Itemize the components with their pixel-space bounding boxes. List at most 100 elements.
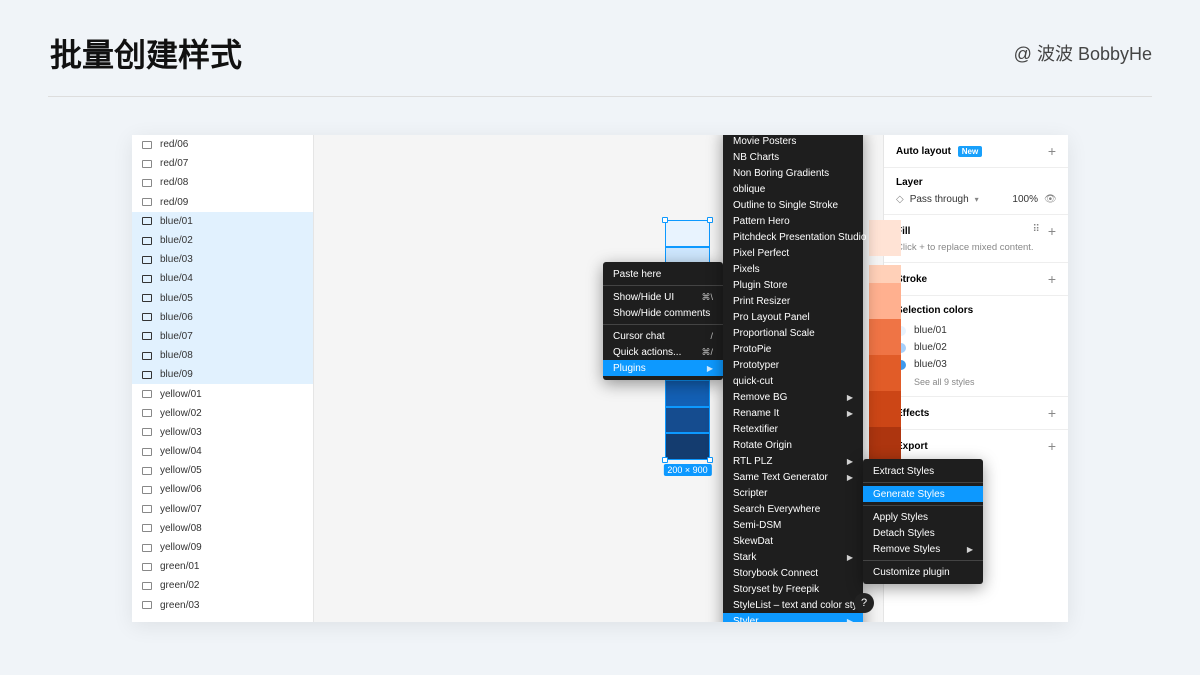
layer-item[interactable]: yellow/05 — [132, 461, 313, 480]
selection-color[interactable]: blue/01 — [896, 322, 1056, 339]
styler-submenu[interactable]: Extract Styles Generate Styles Apply Style… — [863, 459, 983, 584]
menu-item[interactable]: Rename It▶ — [723, 405, 863, 421]
layer-item[interactable]: yellow/09 — [132, 538, 313, 557]
menu-item[interactable]: RTL PLZ▶ — [723, 453, 863, 469]
add-export-button[interactable]: + — [1048, 439, 1056, 453]
menu-item[interactable]: oblique — [723, 181, 863, 197]
menu-item[interactable]: Retextifier — [723, 421, 863, 437]
add-stroke-button[interactable]: + — [1048, 272, 1056, 286]
layer-item[interactable]: yellow/06 — [132, 480, 313, 499]
menu-item[interactable]: Pixels — [723, 261, 863, 277]
canvas-swatch[interactable] — [869, 319, 901, 355]
menu-item[interactable]: Detach Styles — [863, 525, 983, 541]
menu-item[interactable]: Cursor chat/ — [603, 328, 723, 344]
menu-item[interactable]: Generate Styles — [863, 486, 983, 502]
menu-item[interactable]: Movie Posters — [723, 135, 863, 149]
canvas-swatch[interactable] — [869, 355, 901, 391]
canvas-swatch[interactable] — [869, 427, 901, 463]
menu-item[interactable]: Storybook Connect — [723, 565, 863, 581]
menu-item[interactable]: Pattern Hero — [723, 213, 863, 229]
layer-item[interactable]: yellow/08 — [132, 519, 313, 538]
layer-item[interactable]: red/06 — [132, 135, 313, 154]
canvas-swatch[interactable] — [869, 283, 901, 319]
layer-item[interactable]: blue/04 — [132, 269, 313, 288]
menu-item[interactable]: Rotate Origin — [723, 437, 863, 453]
menu-item[interactable]: Apply Styles — [863, 509, 983, 525]
help-button[interactable]: ? — [854, 593, 874, 613]
selected-swatch[interactable] — [665, 407, 710, 434]
styles-icon[interactable]: ⠿ — [1032, 224, 1039, 238]
canvas[interactable]: 200 × 900 Paste hereShow/Hide UI⌘\Show/H… — [314, 135, 883, 622]
color-name: blue/01 — [914, 325, 947, 336]
menu-item[interactable]: Outline to Single Stroke — [723, 197, 863, 213]
menu-item[interactable]: ProtoPie — [723, 341, 863, 357]
menu-item[interactable]: Remove Styles▶ — [863, 541, 983, 557]
menu-item[interactable]: Semi-DSM — [723, 517, 863, 533]
menu-item[interactable]: SkewDat — [723, 533, 863, 549]
layer-item[interactable]: blue/01 — [132, 212, 313, 231]
menu-item[interactable]: Customize plugin — [863, 564, 983, 580]
menu-item[interactable]: Print Resizer — [723, 293, 863, 309]
chevron-down-icon[interactable]: ▾ — [975, 195, 979, 204]
layer-item[interactable]: blue/03 — [132, 250, 313, 269]
menu-item[interactable]: Search Everywhere — [723, 501, 863, 517]
layer-item[interactable]: yellow/03 — [132, 423, 313, 442]
menu-item[interactable]: Extract Styles — [863, 463, 983, 479]
layer-item[interactable]: green/02 — [132, 576, 313, 595]
menu-item[interactable]: Pixel Perfect — [723, 245, 863, 261]
layer-item[interactable]: blue/02 — [132, 231, 313, 250]
selected-swatch[interactable] — [665, 433, 710, 460]
menu-item[interactable]: Proportional Scale — [723, 325, 863, 341]
layer-item[interactable]: blue/08 — [132, 346, 313, 365]
layer-item[interactable]: yellow/01 — [132, 384, 313, 403]
menu-item[interactable]: NB Charts — [723, 149, 863, 165]
layer-item[interactable]: yellow/07 — [132, 500, 313, 519]
layer-label: red/07 — [160, 158, 188, 169]
menu-item[interactable]: Non Boring Gradients — [723, 165, 863, 181]
menu-item[interactable]: Paste here — [603, 266, 723, 282]
opacity-value[interactable]: 100% — [1012, 194, 1038, 205]
menu-item[interactable]: Plugin Store — [723, 277, 863, 293]
add-effect-button[interactable]: + — [1048, 406, 1056, 420]
menu-item[interactable]: Pitchdeck Presentation Studio — [723, 229, 863, 245]
blend-mode[interactable]: Pass through — [910, 194, 969, 205]
layer-item[interactable]: red/08 — [132, 173, 313, 192]
menu-item[interactable]: Styler▶ — [723, 613, 863, 622]
layer-item[interactable]: red/07 — [132, 154, 313, 173]
menu-item[interactable]: Storyset by Freepik — [723, 581, 863, 597]
layer-item[interactable]: blue/06 — [132, 308, 313, 327]
frame-icon — [142, 237, 152, 245]
menu-item[interactable]: Same Text Generator▶ — [723, 469, 863, 485]
selection-color[interactable]: blue/02 — [896, 339, 1056, 356]
canvas-swatch[interactable] — [869, 220, 901, 256]
canvas-swatch[interactable] — [869, 391, 901, 427]
menu-item[interactable]: Pro Layout Panel — [723, 309, 863, 325]
layer-item[interactable]: blue/09 — [132, 365, 313, 384]
menu-item[interactable]: StyleList – text and color styles — [723, 597, 863, 613]
menu-item[interactable]: Stark▶ — [723, 549, 863, 565]
layer-item[interactable]: yellow/02 — [132, 404, 313, 423]
selected-swatch[interactable] — [665, 380, 710, 407]
menu-item[interactable]: Show/Hide UI⌘\ — [603, 289, 723, 305]
menu-item[interactable]: Plugins▶ — [603, 360, 723, 376]
layer-item[interactable]: red/09 — [132, 193, 313, 212]
layer-item[interactable]: blue/07 — [132, 327, 313, 346]
see-all-styles[interactable]: See all 9 styles — [896, 373, 1056, 387]
menu-item[interactable]: Scripter — [723, 485, 863, 501]
visibility-icon[interactable]: 👁 — [1044, 194, 1056, 205]
plugins-submenu[interactable]: Movie PostersNB ChartsNon Boring Gradien… — [723, 135, 863, 622]
context-menu[interactable]: Paste here Show/Hide UI⌘\Show/Hide commen… — [603, 262, 723, 380]
add-fill-button[interactable]: + — [1048, 224, 1056, 238]
layer-item[interactable]: green/01 — [132, 557, 313, 576]
layer-item[interactable]: blue/05 — [132, 289, 313, 308]
menu-item[interactable]: Show/Hide comments⇧C — [603, 305, 723, 321]
selected-swatch[interactable] — [665, 220, 710, 247]
layer-item[interactable]: yellow/04 — [132, 442, 313, 461]
menu-item[interactable]: Prototyper — [723, 357, 863, 373]
layer-item[interactable]: green/03 — [132, 596, 313, 615]
selection-color[interactable]: blue/03 — [896, 356, 1056, 373]
menu-item[interactable]: quick-cut — [723, 373, 863, 389]
menu-item[interactable]: Remove BG▶ — [723, 389, 863, 405]
add-autolayout-button[interactable]: + — [1048, 144, 1056, 158]
menu-item[interactable]: Quick actions...⌘/ — [603, 344, 723, 360]
